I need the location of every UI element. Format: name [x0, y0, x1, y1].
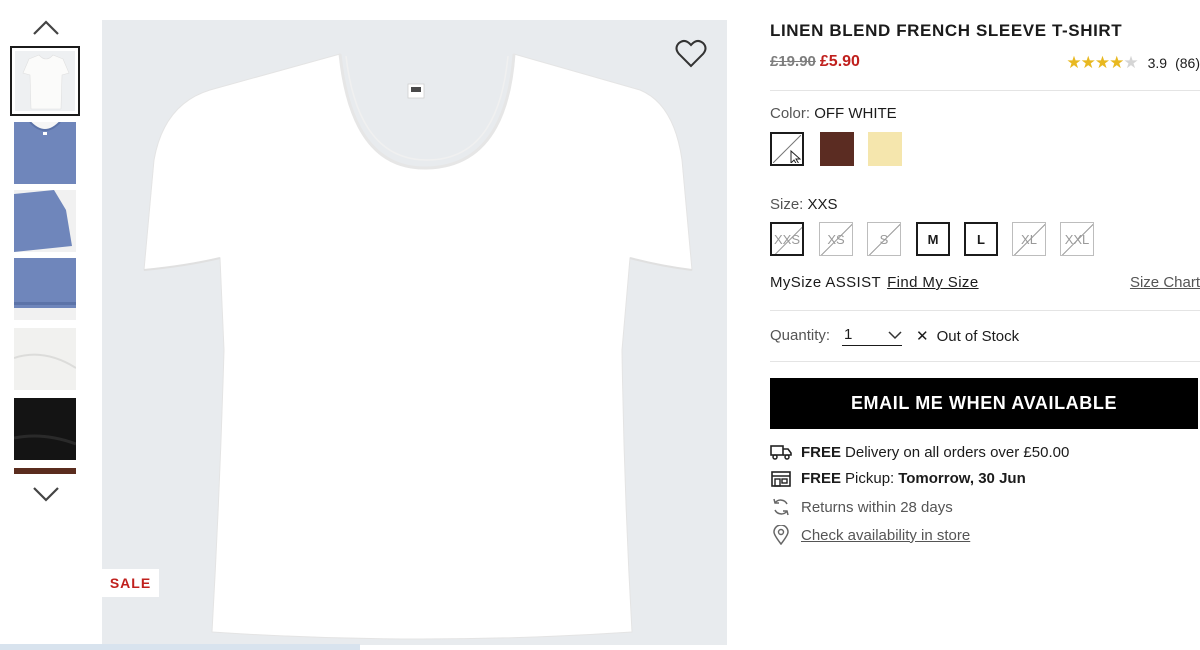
- mysize-assist: MySize ASSIST Find My Size: [770, 274, 979, 291]
- thumbnail-black-image: [14, 434, 76, 446]
- size-option-xxs[interactable]: XXS: [770, 222, 804, 256]
- thumbnail-shirt-image: [22, 54, 70, 110]
- rating-value: 3.9: [1147, 55, 1168, 71]
- pickup-date: Tomorrow, 30 Jun: [898, 469, 1026, 487]
- bottom-scroll-strip: [0, 644, 360, 650]
- size-option-xxl[interactable]: XXL: [1060, 222, 1094, 256]
- shirt-image: [143, 53, 693, 640]
- review-count: (86): [1175, 55, 1200, 71]
- divider: [770, 310, 1200, 311]
- thumbnail-scroll-up-button[interactable]: [30, 18, 62, 38]
- chevron-down-icon: [33, 487, 59, 502]
- returns-info: Returns within 28 days: [770, 497, 953, 517]
- thumbnail-sleeve-image: [14, 190, 72, 252]
- refresh-icon: [770, 497, 792, 517]
- star-rating-icon: ★★★★★: [1066, 53, 1138, 72]
- location-pin-icon: [770, 525, 792, 545]
- quantity-value: 1: [844, 326, 853, 343]
- size-option-s[interactable]: S: [867, 222, 901, 256]
- size-chart-link[interactable]: Size Chart: [1130, 274, 1200, 291]
- pickup-text: Pickup:: [845, 469, 895, 487]
- size-option-m[interactable]: M: [916, 222, 950, 256]
- truck-icon: [770, 442, 792, 462]
- thumbnail-fabric-image: [14, 353, 76, 369]
- divider: [770, 361, 1200, 362]
- sale-price: £5.90: [819, 53, 860, 70]
- color-label-text: Color:: [770, 105, 811, 122]
- thumbnail-scroll-down-button[interactable]: [30, 484, 62, 504]
- color-label: Color: OFF WHITE: [770, 105, 897, 122]
- divider: [770, 90, 1200, 91]
- thumbnail-white-fabric[interactable]: [14, 328, 76, 390]
- selected-color: OFF WHITE: [814, 105, 897, 122]
- thumbnail-black-fabric[interactable]: [14, 398, 76, 460]
- product-details-panel: LINEN BLEND FRENCH SLEEVE T-SHIRT £19.90…: [770, 0, 1200, 650]
- size-label: Size: XXS: [770, 196, 838, 213]
- thumbnail-white-shirt[interactable]: [10, 46, 80, 116]
- check-store-availability-link[interactable]: Check availability in store: [801, 527, 970, 544]
- free-pickup-label: FREE: [801, 469, 842, 487]
- rating-summary[interactable]: ★★★★★ 3.9 (86): [1066, 53, 1200, 73]
- color-swatch-brown[interactable]: [820, 132, 854, 166]
- find-my-size-link[interactable]: Find My Size: [887, 274, 979, 291]
- email-me-button[interactable]: EMAIL ME WHEN AVAILABLE: [770, 378, 1198, 429]
- thumbnail-list: [10, 46, 82, 474]
- thumbnail-blue-image: [29, 122, 61, 135]
- size-option-xl[interactable]: XL: [1012, 222, 1046, 256]
- thumbnail-blue-shirt[interactable]: [14, 122, 76, 184]
- returns-text: Returns within 28 days: [801, 498, 953, 516]
- color-swatch-off-white[interactable]: [770, 132, 804, 166]
- thumbnail-hem-image: [14, 258, 76, 308]
- sale-badge: SALE: [102, 569, 159, 597]
- stock-status-text: Out of Stock: [936, 327, 1020, 345]
- store-icon: [770, 468, 792, 488]
- free-delivery-label: FREE: [801, 443, 842, 461]
- price-row: £19.90 £5.90 ★★★★★ 3.9 (86): [770, 53, 1200, 73]
- selected-size: XXS: [807, 196, 838, 213]
- quantity-label: Quantity:: [770, 327, 831, 344]
- quantity-select[interactable]: 1: [842, 326, 902, 346]
- favorite-button[interactable]: [674, 38, 708, 70]
- original-price: £19.90: [770, 53, 816, 70]
- thumbnail-blue-sleeve[interactable]: [14, 190, 76, 252]
- delivery-text: Delivery on all orders over £50.00: [845, 443, 1070, 461]
- chevron-up-icon: [33, 20, 59, 35]
- size-label-text: Size:: [770, 196, 804, 213]
- close-icon: ✕: [916, 328, 929, 345]
- pickup-info: FREE Pickup: Tomorrow, 30 Jun: [770, 468, 1026, 488]
- cursor-icon: [773, 135, 801, 163]
- delivery-info: FREE Delivery on all orders over £50.00: [770, 442, 1069, 462]
- product-title: LINEN BLEND FRENCH SLEEVE T-SHIRT: [770, 21, 1123, 40]
- main-product-image: SALE: [102, 20, 727, 645]
- color-swatch-cream[interactable]: [868, 132, 902, 166]
- stock-status: ✕ Out of Stock: [916, 327, 1020, 346]
- thumbnail-brown-fabric[interactable]: [14, 468, 76, 474]
- chevron-down-icon: [888, 331, 902, 340]
- size-option-xs[interactable]: XS: [819, 222, 853, 256]
- heart-icon: [675, 39, 707, 68]
- store-availability: Check availability in store: [770, 525, 970, 545]
- size-option-l[interactable]: L: [964, 222, 998, 256]
- mysize-label: MySize ASSIST: [770, 274, 882, 291]
- thumbnail-blue-hem[interactable]: [14, 258, 76, 320]
